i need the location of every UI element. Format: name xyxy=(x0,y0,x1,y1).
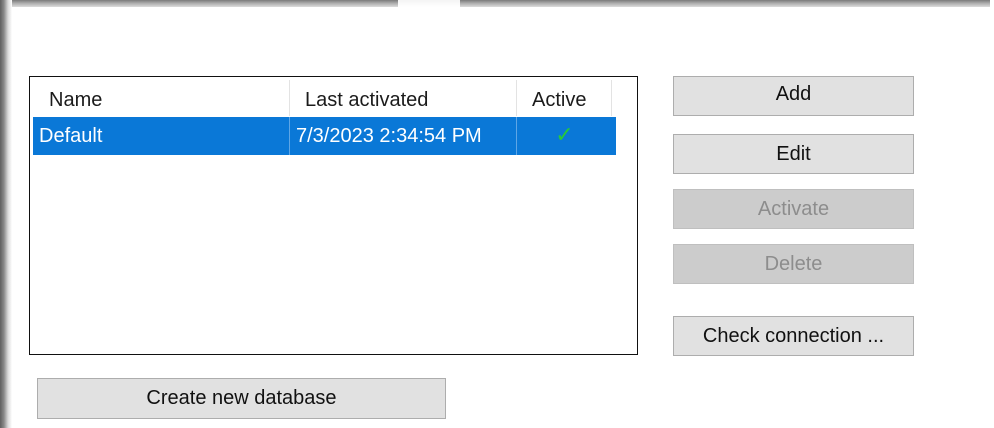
database-list[interactable]: Name Last activated Active Default 7/3/2… xyxy=(29,76,638,355)
cell-last-activated: 7/3/2023 2:34:54 PM xyxy=(290,117,517,155)
checkmark-icon: ✓ xyxy=(555,123,574,148)
column-header-active-label: Active xyxy=(532,88,587,111)
window-top-edge xyxy=(0,0,990,7)
column-header-last-activated-label: Last activated xyxy=(305,88,429,111)
column-header-last-activated[interactable]: Last activated xyxy=(290,80,517,116)
window-left-edge xyxy=(0,0,12,428)
column-header-active[interactable]: Active xyxy=(517,80,612,116)
cell-last-activated-text: 7/3/2023 2:34:54 PM xyxy=(296,124,482,147)
table-row[interactable]: Default 7/3/2023 2:34:54 PM ✓ xyxy=(33,117,616,155)
cell-active: ✓ xyxy=(517,117,612,155)
add-button[interactable]: Add xyxy=(673,76,914,116)
column-header-name[interactable]: Name xyxy=(33,80,290,116)
cell-name-text: Default xyxy=(39,124,103,147)
edit-button[interactable]: Edit xyxy=(673,134,914,174)
column-header-name-label: Name xyxy=(49,88,103,111)
tab-gap xyxy=(398,0,460,7)
activate-button[interactable]: Activate xyxy=(673,189,914,229)
check-connection-button[interactable]: Check connection ... xyxy=(673,316,914,356)
cell-name: Default xyxy=(33,117,290,155)
create-new-database-button[interactable]: Create new database xyxy=(37,378,446,419)
list-header: Name Last activated Active xyxy=(33,80,616,116)
delete-button[interactable]: Delete xyxy=(673,244,914,284)
